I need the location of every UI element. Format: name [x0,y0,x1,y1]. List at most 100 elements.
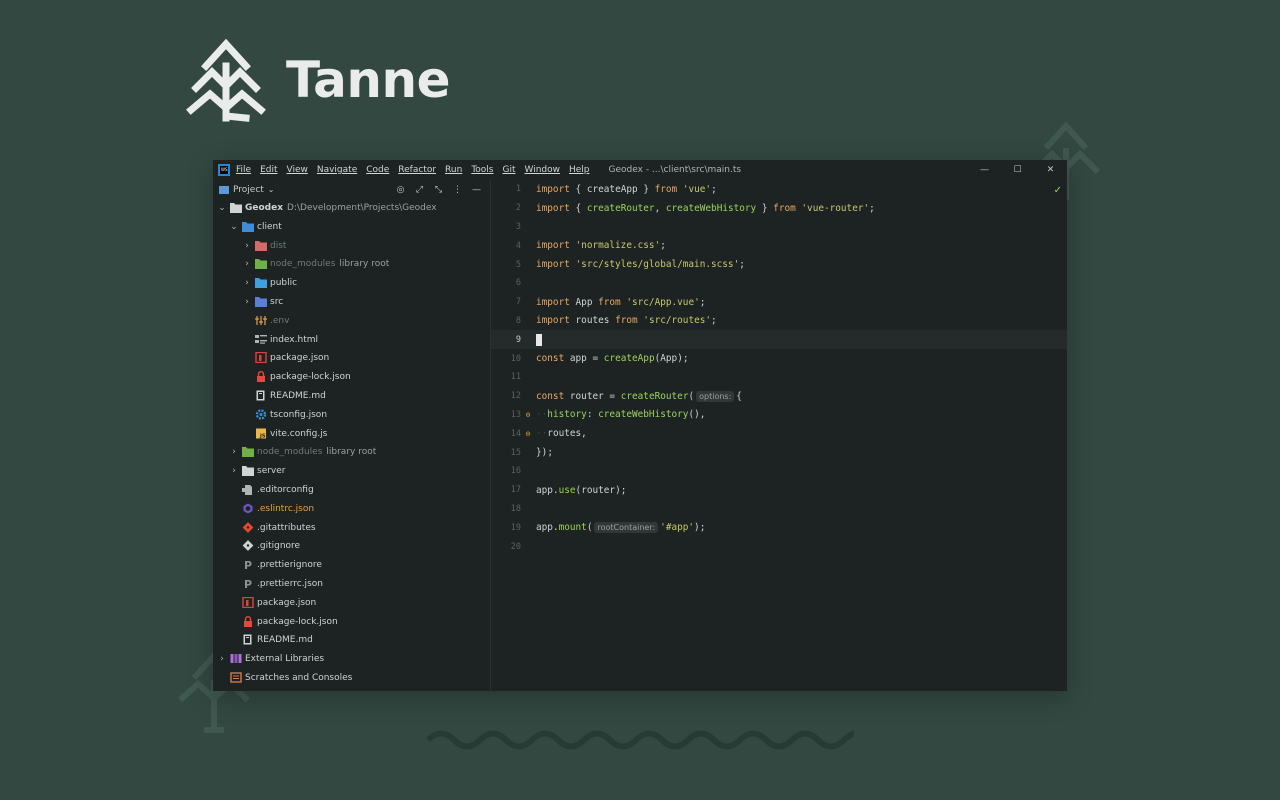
chevron-right-icon[interactable]: › [242,259,252,269]
tree-item[interactable]: package.json [213,349,490,367]
line-number: 19 [510,522,521,533]
code-line[interactable]: 14 ɵ ··routes, [491,424,1067,443]
project-view-selector[interactable]: Project ⌄ [219,185,275,195]
code-line[interactable]: 8 import routes from 'src/routes'; [491,312,1067,331]
menu-code[interactable]: Code [366,165,389,175]
code-line[interactable]: 18 [491,500,1067,519]
tree-item[interactable]: › public [213,274,490,292]
folder-icon [242,465,254,477]
tree-item[interactable]: tsconfig.json [213,406,490,424]
line-number: 14 [510,428,521,439]
tree-item-label: server [257,466,286,477]
line-number: 2 [515,203,521,214]
tree-item[interactable]: README.md [213,631,490,649]
menu-edit[interactable]: Edit [260,165,277,175]
menu-file[interactable]: File [236,165,251,175]
code-line[interactable]: 11 [491,368,1067,387]
menu-window[interactable]: Window [525,165,561,175]
menu-help[interactable]: Help [569,165,590,175]
inspection-ok-icon[interactable]: ✓ [1054,185,1062,196]
tree-item[interactable]: ⌄ client [213,218,490,236]
code-text [536,333,542,346]
code-line[interactable]: 13 ɵ ··history: createWebHistory(), [491,406,1067,425]
tree-item[interactable]: .eslintrc.json [213,500,490,518]
hide-panel-icon[interactable]: — [467,185,486,195]
code-line[interactable]: 19 app.mount(rootContainer: '#app'); [491,518,1067,537]
tree-item[interactable]: index.html [213,331,490,349]
minimize-button[interactable]: — [968,160,1001,180]
tree-item[interactable]: Scratches and Consoles [213,669,490,687]
chevron-right-icon[interactable]: › [242,297,252,307]
code-line[interactable]: 15}); [491,443,1067,462]
js-file-icon: JS [255,428,267,440]
chevron-down-icon[interactable]: ⌄ [229,222,239,232]
chevron-right-icon[interactable]: › [242,241,252,251]
code-line[interactable]: 4 import 'normalize.css'; [491,236,1067,255]
menu-run[interactable]: Run [445,165,462,175]
close-button[interactable]: ✕ [1034,160,1067,180]
menu-tools[interactable]: Tools [471,165,493,175]
line-number: 18 [510,503,521,514]
menu-navigate[interactable]: Navigate [317,165,357,175]
tree-item[interactable]: › node_modules library root [213,255,490,273]
tree-item[interactable]: P .prettierignore [213,556,490,574]
tree-item-label: package.json [257,597,317,608]
code-line[interactable]: 9 [491,330,1067,350]
code-text: const app = createApp(App); [536,353,689,365]
tree-item[interactable]: › node_modules library root [213,443,490,461]
tree-item[interactable]: package-lock.json [213,613,490,631]
menu-view[interactable]: View [287,165,308,175]
tree-item[interactable]: P .prettierrc.json [213,575,490,593]
line-number: 8 [515,315,521,326]
code-text: }); [536,447,553,459]
code-line[interactable]: 2 import { createRouter, createWebHistory… [491,199,1067,218]
tree-item-path: library root [339,259,390,270]
env-file-icon [255,315,267,327]
tree-item[interactable]: .editorconfig [213,481,490,499]
chevron-right-icon[interactable]: › [242,278,252,288]
tree-item[interactable]: › src [213,293,490,311]
tree-item[interactable]: JS vite.config.js [213,425,490,443]
select-opened-file-icon[interactable]: ◎ [391,185,410,195]
tree-item[interactable]: › server [213,462,490,480]
code-line[interactable]: 16 [491,462,1067,481]
code-editor[interactable]: 20 19 app.mount(rootContainer: '#app'); 18 17… [491,180,1067,691]
chevron-down-icon[interactable]: ⌄ [217,203,227,213]
project-panel: Project ⌄ ◎ ⤢ ⤡ ⋮ — ⌄ Geodex D:\Development\Pr… [213,180,491,691]
code-text: import { createRouter, createWebHistory … [536,202,875,214]
code-line[interactable]: 10 const app = createApp(App); [491,349,1067,368]
options-menu-icon[interactable]: ⋮ [448,185,467,195]
code-line[interactable]: 3 [491,218,1067,237]
tree-item[interactable]: › External Libraries [213,650,490,668]
code-line[interactable]: 1 import { createApp } from 'vue'; [491,180,1067,199]
menu-git[interactable]: Git [502,165,515,175]
tree-item[interactable]: .gitattributes [213,519,490,537]
code-line[interactable]: 17 app.use(router); [491,481,1067,500]
chevron-right-icon[interactable]: › [217,654,227,664]
code-line[interactable]: 5 import 'src/styles/global/main.scss'; [491,255,1067,274]
chevron-right-icon[interactable]: › [229,466,239,476]
code-line[interactable]: 6 [491,274,1067,293]
ide-window: WS File Edit View Navigate Code Refactor Run To… [213,160,1067,691]
tree-item[interactable]: .env [213,312,490,330]
menu-refactor[interactable]: Refactor [398,165,436,175]
tree-item[interactable]: › dist [213,237,490,255]
tree-item-label: node_modules [270,259,336,270]
maximize-button[interactable]: ☐ [1001,160,1034,180]
tree-item[interactable]: package.json [213,594,490,612]
code-line[interactable]: 7 import App from 'src/App.vue'; [491,293,1067,312]
tree-item[interactable]: ⌄ Geodex D:\Development\Projects\Geodex [213,199,490,217]
expand-all-icon[interactable]: ⤢ [410,185,429,195]
brand-header: Tanne [186,38,451,122]
tree-item[interactable]: .gitignore [213,537,490,555]
tree-item[interactable]: README.md [213,387,490,405]
code-line[interactable]: 20 [491,537,1067,556]
line-number: 4 [515,240,521,251]
tsconfig-file-icon [255,409,267,421]
tree-item-label: package-lock.json [270,372,351,383]
chevron-right-icon[interactable]: › [229,447,239,457]
code-line[interactable]: 12 const router = createRouter(options:{ [491,387,1067,406]
tree-item[interactable]: package-lock.json [213,368,490,386]
collapse-all-icon[interactable]: ⤡ [429,185,448,195]
webstorm-app-icon[interactable]: WS [218,164,230,176]
